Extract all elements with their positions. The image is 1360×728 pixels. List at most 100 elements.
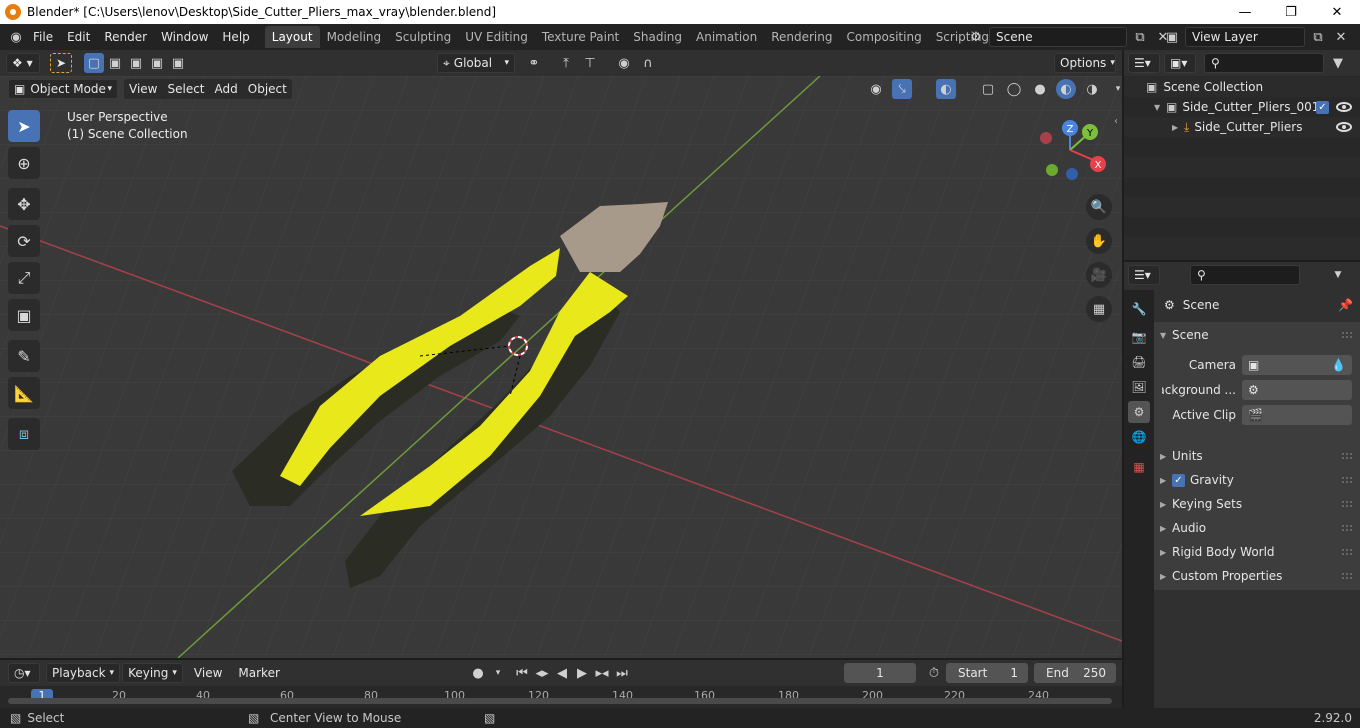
tab-shading[interactable]: Shading (626, 26, 689, 48)
tab-modeling[interactable]: Modeling (320, 26, 389, 48)
drag-handle-icon[interactable] (1342, 453, 1352, 459)
outliner-row-collection[interactable]: ▼ ▣ Side_Cutter_Pliers_001 ✓ (1124, 97, 1360, 117)
expand-right-icon[interactable]: ▶ (1172, 123, 1184, 132)
drag-handle-icon[interactable] (1342, 501, 1352, 507)
scale-tool-icon[interactable]: ⤢ (8, 262, 40, 294)
options-dropdown[interactable]: Options ▾ (1054, 53, 1116, 73)
menu-render[interactable]: Render (97, 30, 154, 44)
drag-handle-icon[interactable] (1342, 549, 1352, 555)
wireframe-shading-icon[interactable]: ◯ (1004, 79, 1024, 99)
output-tab-icon[interactable]: 🖨 (1128, 351, 1150, 373)
camera-field[interactable]: ▣ 💧 (1242, 355, 1352, 375)
blender-menu-icon[interactable]: ◉ (6, 27, 26, 47)
panel-audio[interactable]: ▶ Audio (1160, 518, 1206, 538)
falloff-icon[interactable]: ∩ (638, 53, 658, 73)
current-frame-field[interactable]: 1 (844, 663, 916, 683)
close-button[interactable]: ✕ (1314, 0, 1360, 24)
chevron-down-icon[interactable]: ▾ (1108, 79, 1128, 99)
scene-icon[interactable]: ⚙ (966, 27, 986, 47)
timeline-ruler[interactable]: 1 20 40 60 80 100 120 140 160 180 200 22… (0, 686, 1122, 708)
playback-menu[interactable]: Playback ▾ (46, 663, 121, 683)
collection-exclude-checkbox[interactable]: ✓ (1316, 100, 1329, 114)
drag-handle-icon[interactable] (1342, 332, 1352, 338)
pan-hand-icon[interactable]: ✋ (1086, 228, 1112, 254)
start-frame-field[interactable]: Start 1 (946, 663, 1028, 683)
overlay-toggle-icon[interactable]: ◐ (936, 79, 956, 99)
visibility-icon[interactable]: ◉ (866, 79, 886, 99)
zoom-icon[interactable]: 🔍 (1086, 194, 1112, 220)
timeline-view-menu[interactable]: View (189, 663, 227, 683)
3d-viewport[interactable]: User Perspective (1) Scene Collection Z … (0, 76, 1122, 658)
menu-file[interactable]: File (26, 30, 60, 44)
tab-texture-paint[interactable]: Texture Paint (535, 26, 626, 48)
view-layer-tab-icon[interactable]: 🖼 (1128, 376, 1150, 398)
menu-add[interactable]: Add (210, 79, 243, 99)
properties-editor-dropdown[interactable]: ☰▾ (1128, 265, 1160, 285)
outliner-row-object[interactable]: ▶ ⤓ Side_Cutter_Pliers (1124, 117, 1360, 137)
eyedropper-icon[interactable]: 💧 (1331, 358, 1346, 372)
drag-handle-icon[interactable] (1342, 573, 1352, 579)
expand-down-icon[interactable]: ▼ (1154, 103, 1166, 112)
new-scene-icon[interactable]: ⧉ (1130, 27, 1150, 47)
collection-visibility-eye-icon[interactable] (1336, 102, 1352, 112)
solid-shading-icon[interactable]: ● (1030, 79, 1050, 99)
play-icon[interactable]: ▶ (572, 663, 592, 683)
cursor-tool-icon[interactable]: ⊕ (8, 147, 40, 179)
tab-compositing[interactable]: Compositing (839, 26, 928, 48)
scene-tab-icon[interactable]: ⚙ (1128, 401, 1150, 423)
active-clip-field[interactable]: 🎬 (1242, 405, 1352, 425)
material-shading-icon[interactable]: ◐ (1056, 79, 1076, 99)
gizmo-neg-y[interactable] (1046, 164, 1058, 176)
add-cube-tool-icon[interactable]: ⧈ (8, 418, 40, 450)
menu-window[interactable]: Window (154, 30, 215, 44)
timeline-editor-dropdown[interactable]: ◷▾ (8, 663, 40, 683)
mode-dropdown[interactable]: ▣ Object Mode ▾ (8, 79, 118, 99)
camera-view-icon[interactable]: 🎥 (1086, 262, 1112, 288)
scene-panel-header[interactable]: ▼ Scene (1160, 325, 1209, 345)
rotate-tool-icon[interactable]: ⟳ (8, 225, 40, 257)
render-tab-icon[interactable]: 📷 (1128, 326, 1150, 348)
tab-animation[interactable]: Animation (689, 26, 764, 48)
prev-keyframe-icon[interactable]: ◂▸ (532, 663, 552, 683)
snap-icon[interactable]: ⤒ (556, 53, 576, 73)
jump-start-icon[interactable]: ⏮ (512, 663, 532, 683)
view-layer-icon[interactable]: ▣ (1162, 27, 1182, 47)
end-frame-field[interactable]: End 250 (1034, 663, 1116, 683)
marker-menu[interactable]: Marker (233, 663, 284, 683)
ortho-grid-icon[interactable]: ▦ (1086, 296, 1112, 322)
view-layer-field[interactable]: View Layer (1185, 27, 1305, 47)
menu-help[interactable]: Help (215, 30, 256, 44)
select-tool-icon[interactable]: ➤ (50, 53, 72, 73)
tab-layout[interactable]: Layout (264, 26, 320, 48)
panel-custom-properties[interactable]: ▶ Custom Properties (1160, 566, 1282, 586)
play-reverse-icon[interactable]: ◀ (552, 663, 572, 683)
drag-handle-icon[interactable] (1342, 525, 1352, 531)
chevron-down-icon[interactable]: ▾ (488, 663, 508, 683)
next-keyframe-icon[interactable]: ▸◂ (592, 663, 612, 683)
transform-orientation-dropdown[interactable]: ⌖ Global ▾ (437, 53, 515, 73)
navigation-gizmo[interactable]: Z Y X (1036, 118, 1112, 184)
pin-icon[interactable]: 📌 (1338, 298, 1353, 312)
background-field[interactable]: ⚙ (1242, 380, 1352, 400)
xray-icon[interactable]: ▢ (978, 79, 998, 99)
panel-rigid-body-world[interactable]: ▶ Rigid Body World (1160, 542, 1275, 562)
gizmo-neg-z[interactable] (1066, 168, 1078, 180)
menu-object[interactable]: Object (243, 79, 292, 99)
delete-view-layer-icon[interactable]: ✕ (1331, 27, 1351, 47)
select-subtract-icon[interactable]: ▣ (126, 53, 146, 73)
drag-handle-icon[interactable] (1342, 477, 1352, 483)
pivot-point-icon[interactable]: ⚭ (524, 53, 544, 73)
sidebar-toggle-icon[interactable]: ‹ (1114, 116, 1118, 127)
tab-sculpting[interactable]: Sculpting (388, 26, 458, 48)
annotate-tool-icon[interactable]: ✎ (8, 340, 40, 372)
scene-name-field[interactable]: Scene (989, 27, 1127, 47)
menu-view[interactable]: View (124, 79, 162, 99)
rendered-shading-icon[interactable]: ◑ (1082, 79, 1102, 99)
gizmo-toggle-icon[interactable]: ⤥ (892, 79, 912, 99)
outliner-row-scene-collection[interactable]: ▣ Scene Collection (1124, 77, 1360, 97)
snap-target-icon[interactable]: ⊤ (580, 53, 600, 73)
minimize-button[interactable]: — (1222, 0, 1268, 24)
timeline-scrollbar[interactable] (8, 698, 1112, 704)
object-visibility-eye-icon[interactable] (1336, 122, 1352, 132)
panel-units[interactable]: ▶ Units (1160, 446, 1203, 466)
